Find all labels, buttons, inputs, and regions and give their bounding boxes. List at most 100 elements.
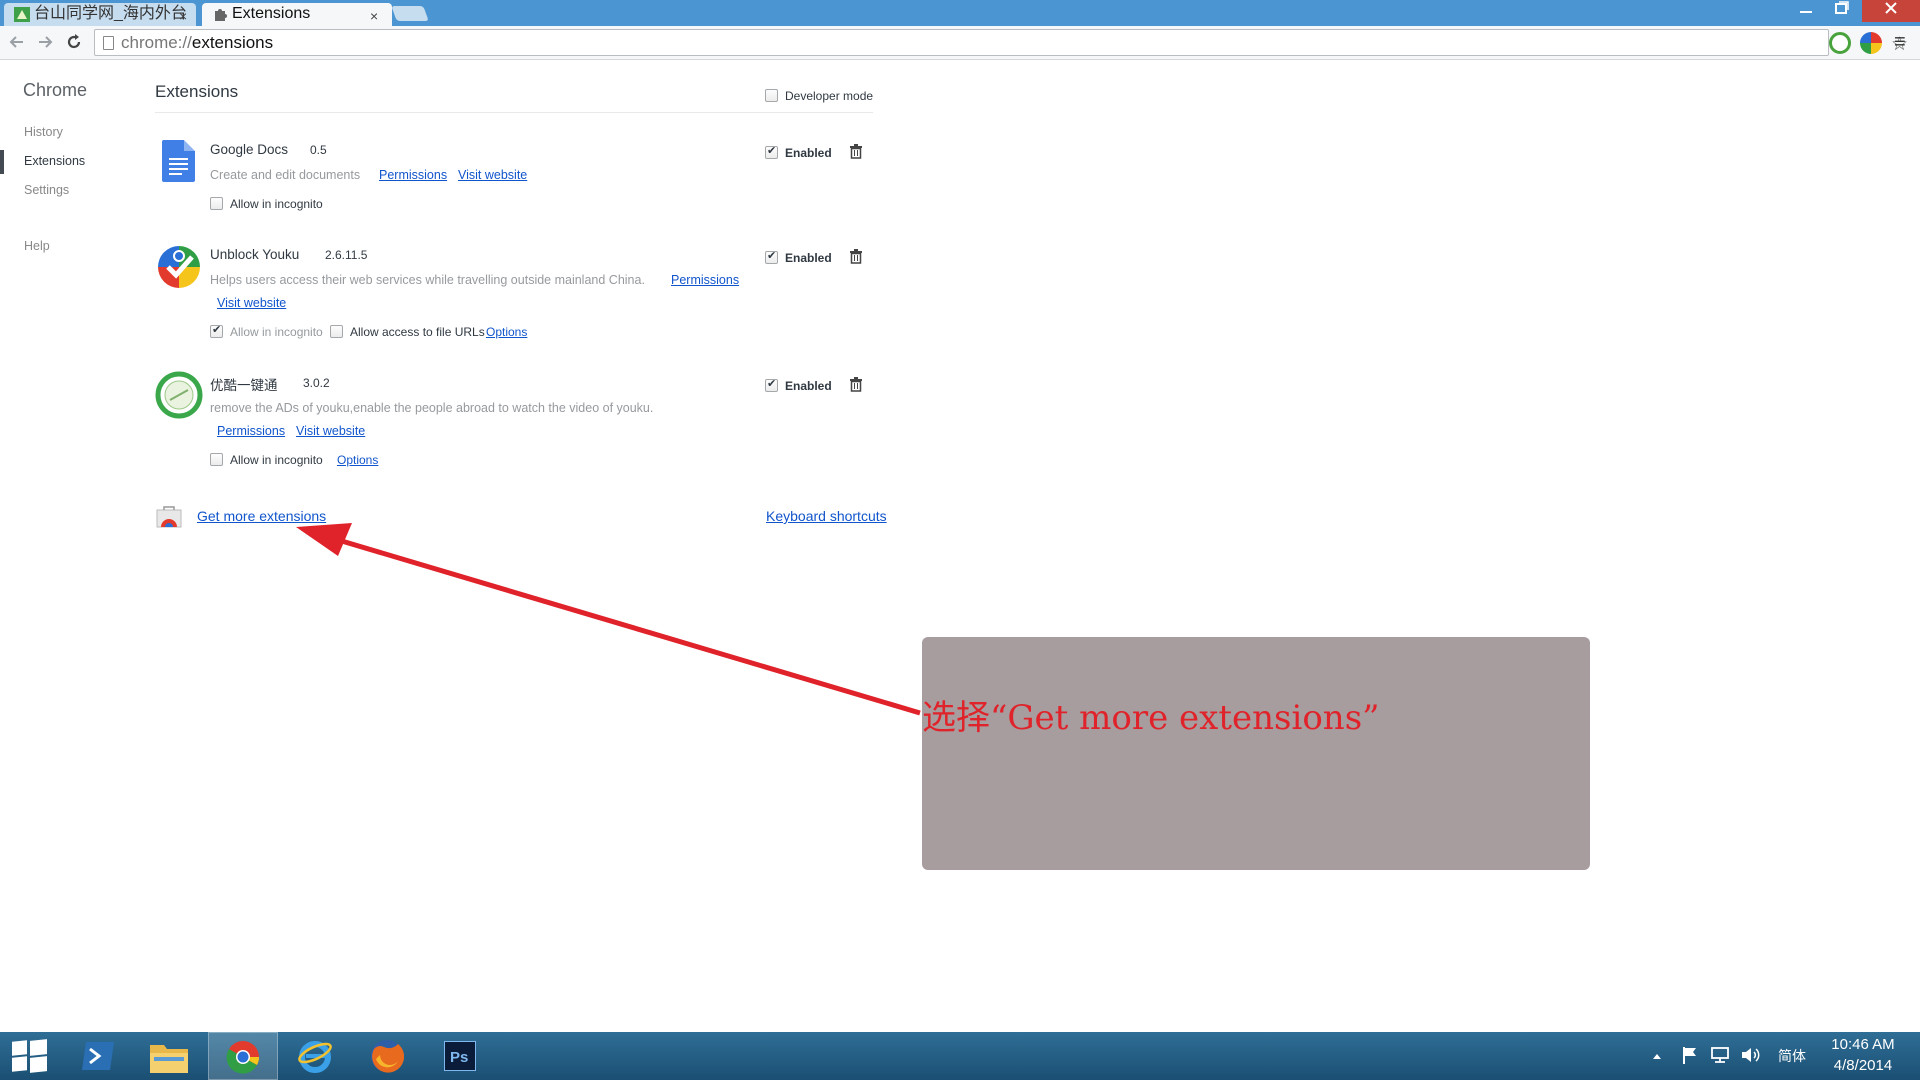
- page-title: Extensions: [155, 82, 239, 101]
- taskbar-photoshop[interactable]: Ps: [425, 1032, 495, 1080]
- extension-version: 0.5: [310, 143, 327, 157]
- taskbar-firefox[interactable]: [352, 1032, 422, 1080]
- allow-file-urls-checkbox[interactable]: [330, 325, 343, 338]
- allow-incognito-checkbox[interactable]: [210, 453, 223, 466]
- close-icon: [1885, 2, 1897, 14]
- taskbar-powershell[interactable]: [62, 1032, 132, 1080]
- permissions-link[interactable]: Permissions: [671, 273, 739, 287]
- visit-website-link[interactable]: Visit website: [217, 296, 286, 310]
- enabled-checkbox[interactable]: [765, 249, 778, 264]
- allow-file-urls-label: Allow access to file URLs: [350, 325, 485, 339]
- allow-incognito-label: Allow in incognito: [230, 325, 323, 339]
- options-link[interactable]: Options: [337, 453, 378, 467]
- network-icon[interactable]: [1710, 1046, 1730, 1064]
- annotation-text: 选择“Get more extensions”: [922, 698, 1380, 738]
- back-arrow-icon: [9, 36, 23, 48]
- back-button[interactable]: [6, 32, 28, 54]
- clock-date[interactable]: 4/8/2014: [1828, 1057, 1898, 1074]
- enabled-toggle[interactable]: Enabled: [765, 249, 832, 265]
- taskbar-chrome[interactable]: [208, 1032, 278, 1080]
- permissions-link[interactable]: Permissions: [379, 168, 447, 182]
- allow-incognito-label: Allow in incognito: [230, 197, 323, 211]
- restore-icon: [1835, 1, 1849, 14]
- extension-youku-icon[interactable]: [1829, 32, 1851, 54]
- keyboard-shortcuts-link[interactable]: Keyboard shortcuts: [766, 508, 887, 524]
- permissions-link[interactable]: Permissions: [217, 424, 285, 438]
- action-center-flag-icon[interactable]: [1682, 1046, 1698, 1064]
- trash-icon[interactable]: [850, 249, 862, 264]
- taskbar-file-explorer[interactable]: [134, 1032, 204, 1080]
- tab-taishan[interactable]: 台山同学网_海内外台 ×: [4, 3, 196, 26]
- enabled-label: Enabled: [785, 146, 832, 160]
- close-tab-icon[interactable]: ×: [370, 5, 378, 26]
- allow-incognito-checkbox[interactable]: [210, 323, 223, 338]
- new-tab-button[interactable]: [391, 6, 429, 21]
- web-store-icon: [156, 506, 182, 528]
- developer-mode-label: Developer mode: [785, 89, 874, 103]
- trash-icon[interactable]: [850, 144, 862, 159]
- extension-item-unblock-youku: Unblock Youku 2.6.11.5 Helps users acces…: [155, 243, 895, 343]
- tab-extensions[interactable]: Extensions ×: [202, 3, 392, 26]
- allow-incognito-option[interactable]: Allow in incognito: [210, 197, 323, 211]
- url-scheme: chrome://: [121, 33, 192, 52]
- forward-button[interactable]: [34, 32, 56, 54]
- extension-name: Unblock Youku: [210, 247, 300, 262]
- allow-incognito-checkbox[interactable]: [210, 197, 223, 210]
- reload-icon: [67, 34, 81, 49]
- divider: [155, 112, 873, 113]
- folder-icon: [150, 1045, 188, 1073]
- sidebar-item-extensions[interactable]: Extensions: [24, 154, 85, 168]
- allow-file-urls-option[interactable]: Allow access to file URLs: [330, 325, 485, 339]
- internet-explorer-icon: [298, 1041, 332, 1073]
- extension-version: 3.0.2: [303, 376, 330, 390]
- visit-website-link[interactable]: Visit website: [296, 424, 365, 438]
- enabled-toggle[interactable]: Enabled: [765, 377, 832, 393]
- google-docs-icon: [155, 138, 203, 186]
- show-hidden-icons-icon[interactable]: [1652, 1052, 1662, 1060]
- extension-item-youku-onekey: 优酷一键通 3.0.2 remove the ADs of youku,enab…: [155, 371, 895, 471]
- sidebar-item-history[interactable]: History: [24, 125, 63, 139]
- taskbar-internet-explorer[interactable]: [280, 1032, 350, 1080]
- input-method-indicator[interactable]: 简体: [1778, 1046, 1806, 1066]
- close-tab-icon[interactable]: ×: [179, 5, 187, 26]
- annotation-callout-box: [922, 637, 1590, 870]
- sidebar-item-settings[interactable]: Settings: [24, 183, 69, 197]
- minimize-button[interactable]: [1788, 0, 1824, 22]
- photoshop-icon: Ps: [444, 1041, 476, 1071]
- get-more-extensions-link[interactable]: Get more extensions: [197, 508, 326, 524]
- reload-button[interactable]: [63, 32, 85, 54]
- options-link[interactable]: Options: [486, 325, 527, 339]
- close-window-button[interactable]: [1862, 0, 1920, 22]
- minimize-icon: [1800, 11, 1812, 13]
- clock-time[interactable]: 10:46 AM: [1828, 1036, 1898, 1053]
- enabled-toggle[interactable]: Enabled: [765, 144, 832, 160]
- enabled-label: Enabled: [785, 251, 832, 265]
- maximize-button[interactable]: [1824, 0, 1860, 22]
- extension-description: Helps users access their web services wh…: [210, 273, 645, 287]
- extension-description: remove the ADs of youku,enable the peopl…: [210, 401, 654, 415]
- site-favicon-icon: [14, 7, 30, 22]
- extension-unblock-youku-icon[interactable]: [1860, 32, 1882, 54]
- enabled-checkbox[interactable]: [765, 144, 778, 159]
- enabled-checkbox[interactable]: [765, 377, 778, 392]
- extension-description: Create and edit documents: [210, 168, 361, 182]
- allow-incognito-option[interactable]: Allow in incognito: [210, 323, 323, 339]
- developer-mode-checkbox[interactable]: [765, 89, 778, 102]
- tab-title: Extensions: [232, 5, 311, 22]
- allow-incognito-label: Allow in incognito: [230, 453, 323, 467]
- developer-mode-toggle[interactable]: Developer mode: [765, 89, 873, 103]
- sidebar-title: Chrome: [23, 80, 88, 100]
- title-bar: 台山同学网_海内外台 × Extensions ×: [0, 0, 1920, 26]
- sidebar-item-help[interactable]: Help: [24, 239, 50, 253]
- visit-website-link[interactable]: Visit website: [458, 168, 527, 182]
- tab-title: 台山同学网_海内外台: [34, 5, 187, 22]
- address-bar[interactable]: chrome://extensions ☆: [94, 29, 1908, 56]
- firefox-icon: [371, 1040, 404, 1073]
- trash-icon[interactable]: [850, 377, 862, 392]
- volume-icon[interactable]: [1740, 1046, 1760, 1064]
- extension-name: Google Docs: [210, 142, 289, 157]
- windows-start-icon[interactable]: [12, 1039, 47, 1073]
- allow-incognito-option[interactable]: Allow in incognito: [210, 453, 323, 467]
- url-text[interactable]: chrome://extensions: [121, 32, 273, 54]
- menu-icon[interactable]: ≡: [1894, 31, 1906, 54]
